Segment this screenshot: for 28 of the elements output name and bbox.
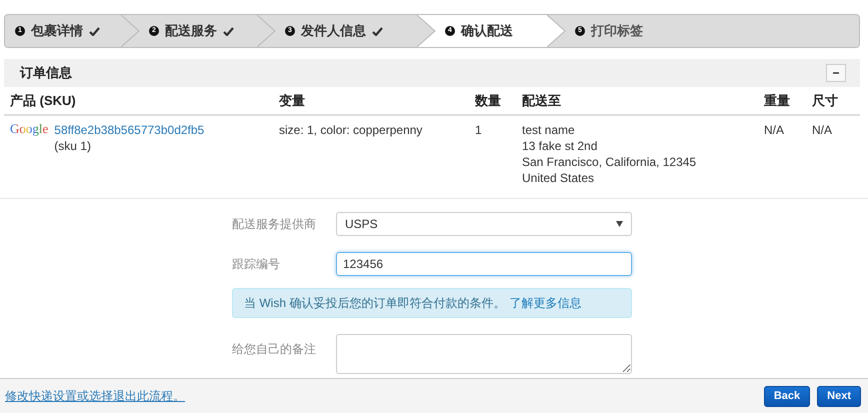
field-label: 跟踪编号 [232,256,281,273]
table-cell-text: size: 1, color: copperpenny [279,122,424,139]
column-header: 尺寸 [812,92,839,110]
collapse-button[interactable]: − [826,64,846,82]
learn-more-link[interactable]: 了解更多信息 [509,294,582,312]
column-header: 重量 [764,92,791,110]
next-button[interactable]: Next [817,386,861,406]
table-cell-text: N/A [812,122,834,139]
tracking-number-field[interactable]: 123456 [336,252,632,276]
field-label: 配送服务提供商 [232,216,317,233]
product-link[interactable]: 58ff8e2b38b565773b0d2fb5 [54,122,204,138]
provider-select[interactable]: USPS [336,212,632,236]
column-header: 产品 (SKU) [9,92,77,110]
notice-text: 当 Wish 确认妥投后您的订单即符合付款的条件。 [244,295,506,312]
sku-text: (sku 1) [54,138,92,154]
notes-field[interactable] [336,334,632,374]
brand-logo: Google [10,122,48,136]
column-header: 变量 [279,92,306,110]
column-header: 数量 [475,92,502,110]
back-button[interactable]: Back [764,386,810,406]
address-cell-text: test name 13 fake st 2nd San Francisco, California, 12345 United States [522,122,698,187]
dropdown-arrow-icon [616,221,623,227]
column-header: 配送至 [522,92,562,110]
field-label: 给您自己的备注 [232,341,317,358]
panel-title: 订单信息 [20,64,72,82]
exit-link[interactable]: 修改快递设置或选择退出此流程。 [5,387,185,405]
table-cell-text: 1 [475,122,483,139]
table-cell-text: N/A [764,122,786,139]
